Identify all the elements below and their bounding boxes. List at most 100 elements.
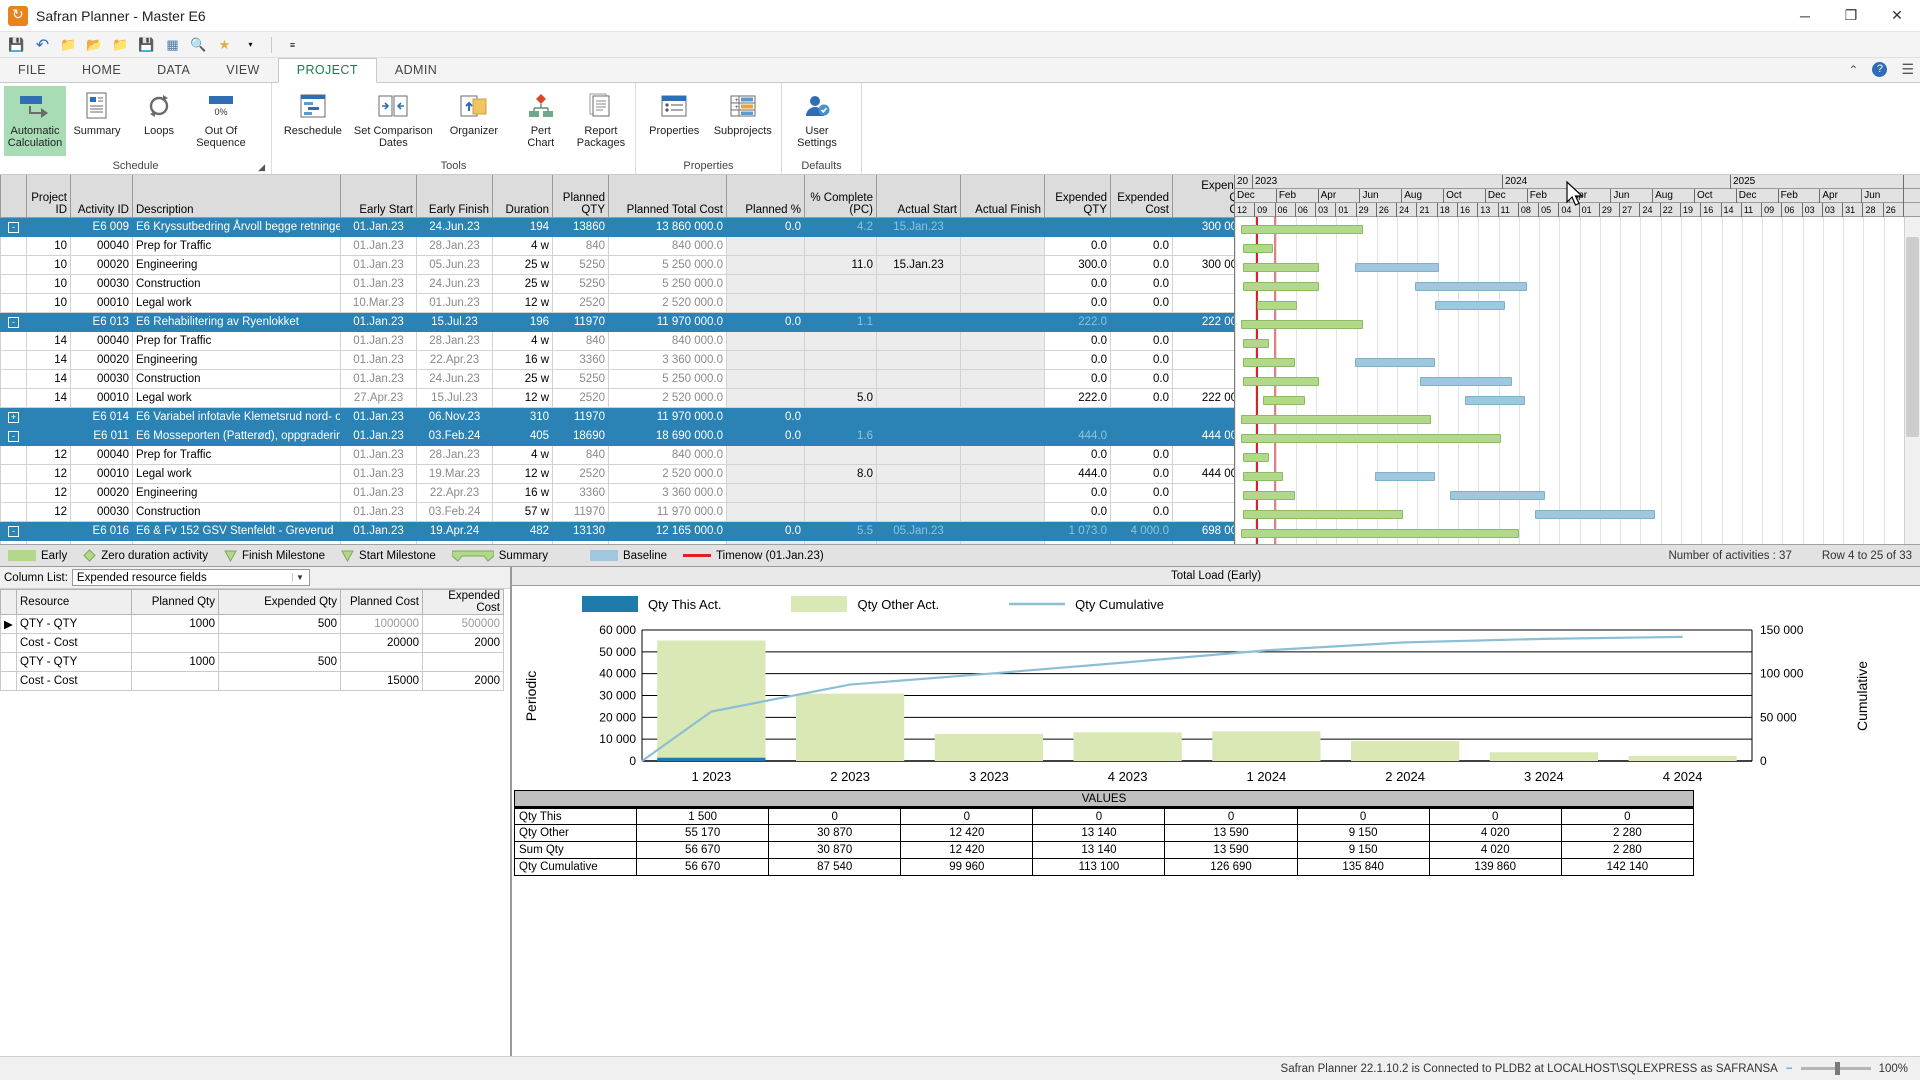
cell-expended_qty[interactable] <box>1044 406 1111 427</box>
cell-project_id[interactable] <box>26 520 71 541</box>
cell-planned_qty[interactable]: 13130 <box>552 520 609 541</box>
cell-actual_start[interactable] <box>876 387 961 408</box>
cell-planned_qty[interactable]: 18690 <box>552 425 609 446</box>
cell-description[interactable]: Prep for Traffic <box>132 235 341 256</box>
cell-pct_complete[interactable] <box>804 349 877 370</box>
cell-planned_qty[interactable]: 5250 <box>552 254 609 275</box>
cell-pct_complete[interactable] <box>804 235 877 256</box>
cell-expended_cost[interactable] <box>1110 216 1173 237</box>
cell-planned_pct[interactable] <box>726 292 805 313</box>
cell-early_start[interactable]: 01.Jan.23 <box>340 444 417 465</box>
grid-header-expended_cost[interactable]: Expended Cost <box>1110 175 1173 218</box>
cell-expended_qty[interactable]: 0.0 <box>1044 273 1111 294</box>
resource-cell-0[interactable] <box>0 652 17 672</box>
cell-actual_finish[interactable] <box>960 349 1045 370</box>
layout-icon[interactable]: ▦ <box>164 36 181 53</box>
cell-pct_complete[interactable] <box>804 406 877 427</box>
cell-expended_qty_cost[interactable]: 0.0 <box>1172 349 1234 370</box>
cell-activity_id[interactable]: 00030 <box>70 273 133 294</box>
cell-exp[interactable] <box>0 292 27 313</box>
cell-early_start[interactable]: 01.Jan.23 <box>340 349 417 370</box>
resource-header-2[interactable]: Planned Qty <box>131 589 219 615</box>
cell-actual_start[interactable] <box>876 349 961 370</box>
gantt-bar-baseline[interactable] <box>1435 301 1505 310</box>
cell-activity_id[interactable]: 00020 <box>70 254 133 275</box>
help-icon[interactable]: ? <box>1872 62 1888 77</box>
cell-early_start[interactable]: 27.Apr.23 <box>340 387 417 408</box>
cell-expended_qty[interactable]: 0.0 <box>1044 482 1111 503</box>
cell-actual_start[interactable]: 05.Jan.23 <box>876 539 961 544</box>
cell-project_id[interactable]: 10 <box>26 235 71 256</box>
cell-planned_qty[interactable]: 840 <box>552 330 609 351</box>
cell-early_finish[interactable]: 01.Jun.23 <box>416 292 493 313</box>
cell-description[interactable]: Prep for Traffic <box>132 539 341 544</box>
row-expander-icon[interactable]: - <box>8 525 19 537</box>
resource-cell-0[interactable]: ▶ <box>0 614 17 634</box>
resource-cell-4[interactable]: 15000 <box>340 671 423 691</box>
gantt-bar-early[interactable] <box>1243 377 1319 386</box>
cell-actual_start[interactable] <box>876 425 961 446</box>
cell-expended_qty[interactable]: 0.0 <box>1044 235 1111 256</box>
gantt-bar-early[interactable] <box>1243 491 1295 500</box>
tab-file[interactable]: FILE <box>0 59 64 82</box>
cell-early_start[interactable]: 01.Jan.23 <box>340 425 417 446</box>
cell-expended_qty_cost[interactable]: 0.0 <box>1172 501 1234 522</box>
cell-expended_qty_cost[interactable]: 0.0 <box>1172 292 1234 313</box>
cell-activity_id[interactable]: 00040 <box>70 330 133 351</box>
gantt-bar-early[interactable] <box>1243 472 1283 481</box>
cell-actual_finish[interactable] <box>960 444 1045 465</box>
cell-actual_finish[interactable] <box>960 425 1045 446</box>
qat-overflow-icon[interactable]: ≡ <box>284 36 301 53</box>
table-row[interactable]: 14 00030 Construction 01.Jan.23 24.Jun.23 25 … <box>0 368 1234 389</box>
grid-header-project_id[interactable]: Project ID <box>26 175 71 218</box>
cell-expended_qty[interactable]: 0.0 <box>1044 330 1111 351</box>
cell-planned_qty[interactable]: 5250 <box>552 368 609 389</box>
gantt-bar-baseline[interactable] <box>1415 282 1527 291</box>
cell-planned_pct[interactable] <box>726 254 805 275</box>
cell-project_id[interactable]: 17 <box>26 539 71 544</box>
pert-chart-button[interactable]: Pert Chart <box>511 86 571 149</box>
cell-actual_start[interactable] <box>876 311 961 332</box>
resource-header-3[interactable]: Expended Qty <box>218 589 341 615</box>
tab-project[interactable]: PROJECT <box>277 58 377 83</box>
cell-planned_total_cost[interactable]: 5 250 000.0 <box>608 368 727 389</box>
cell-actual_finish[interactable] <box>960 368 1045 389</box>
cell-expended_qty[interactable] <box>1044 216 1111 237</box>
cell-expended_qty_cost[interactable]: 222 000.0 <box>1172 311 1234 332</box>
cell-project_id[interactable]: 10 <box>26 254 71 275</box>
cell-planned_total_cost[interactable]: 11 970 000.0 <box>608 501 727 522</box>
cell-description[interactable]: Legal work <box>132 292 341 313</box>
gantt-bar-early[interactable] <box>1241 415 1431 424</box>
grid-header-description[interactable]: Description <box>132 175 341 218</box>
cell-pct_complete[interactable] <box>804 368 877 389</box>
cell-description[interactable]: E6 Kryssutbedring Årvoll begge retninger <box>132 216 341 237</box>
cell-project_id[interactable]: 14 <box>26 387 71 408</box>
cell-actual_start[interactable] <box>876 368 961 389</box>
table-row[interactable]: 12 00010 Legal work 01.Jan.23 19.Mar.23 12 w2… <box>0 463 1234 484</box>
cell-activity_id[interactable]: 00010 <box>70 292 133 313</box>
set-comparison-dates-button[interactable]: Set Comparison Dates <box>350 86 437 149</box>
gantt-chart[interactable]: 20 2023 2024 2025 Dec Feb Apr Jun Aug Oct Dec Feb A… <box>1235 175 1920 544</box>
grid-header-planned_qty[interactable]: Planned QTY <box>552 175 609 218</box>
grid-header-actual_start[interactable]: Actual Start <box>876 175 961 218</box>
cell-duration[interactable]: 4 w <box>492 539 553 544</box>
cell-exp[interactable]: + <box>0 406 27 427</box>
cell-expended_qty_cost[interactable]: 0.0 <box>1172 444 1234 465</box>
grid-header-planned_total_cost[interactable]: Planned Total Cost <box>608 175 727 218</box>
cell-pct_complete[interactable]: 5.0 <box>804 387 877 408</box>
gantt-bar-early[interactable] <box>1243 244 1273 253</box>
cell-early_finish[interactable]: 24.Jun.23 <box>416 216 493 237</box>
resource-cell-2[interactable] <box>131 671 219 691</box>
cell-planned_total_cost[interactable]: 840 000.0 <box>608 330 727 351</box>
cell-expended_cost[interactable]: 0.0 <box>1110 387 1173 408</box>
schedule-dialog-launcher-icon[interactable]: ◢ <box>258 162 265 173</box>
cell-pct_complete[interactable]: 11.0 <box>804 254 877 275</box>
cell-actual_finish[interactable] <box>960 539 1045 544</box>
cell-expended_cost[interactable]: 0.0 <box>1110 273 1173 294</box>
cell-description[interactable]: Prep for Traffic <box>132 330 341 351</box>
resource-cell-2[interactable]: 1000 <box>131 652 219 672</box>
table-row[interactable]: 10 00030 Construction 01.Jan.23 24.Jun.23 25 … <box>0 273 1234 294</box>
customize-qat-icon[interactable]: ▾ <box>242 36 259 53</box>
resource-cell-4[interactable] <box>340 652 423 672</box>
cell-expended_cost[interactable]: 0.0 <box>1110 254 1173 275</box>
